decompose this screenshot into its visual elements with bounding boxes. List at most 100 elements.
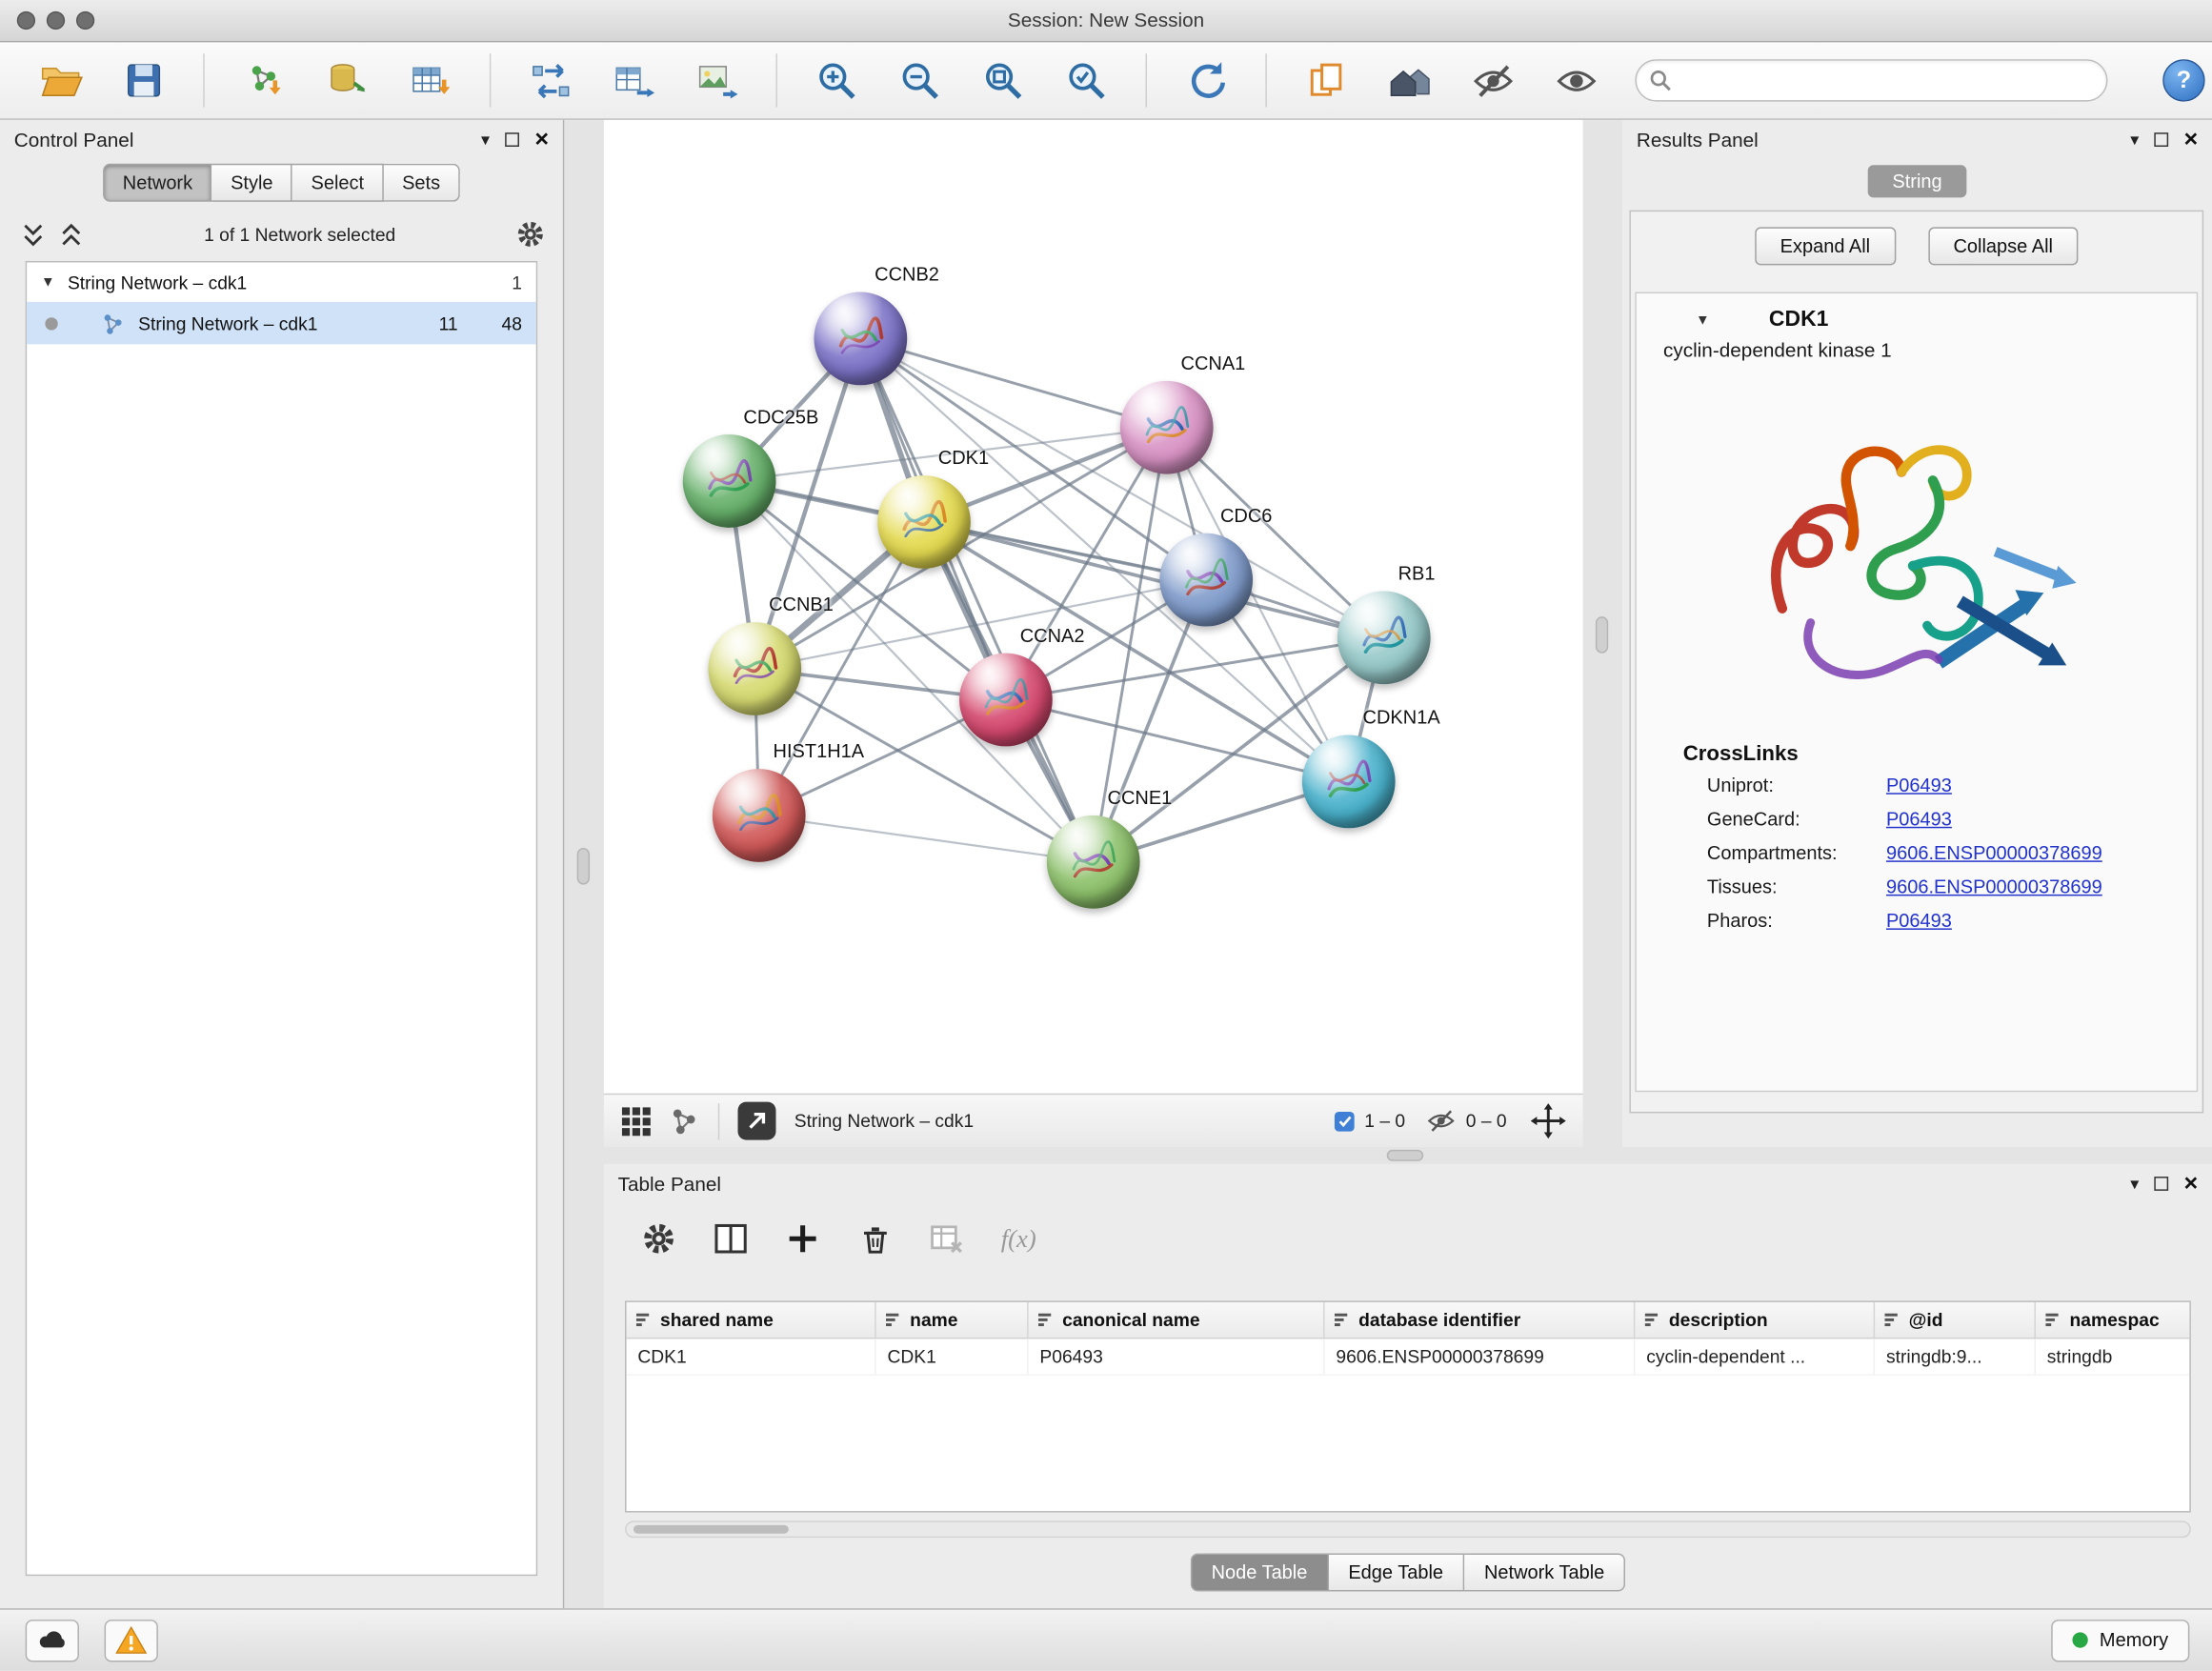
save-session-button[interactable] bbox=[120, 56, 168, 104]
tab-select[interactable]: Select bbox=[292, 164, 384, 202]
horizontal-splitter[interactable] bbox=[604, 1147, 2212, 1164]
expander-triangle-icon[interactable]: ▼ bbox=[41, 274, 55, 290]
create-column-button[interactable] bbox=[778, 1215, 826, 1262]
zoom-fit-button[interactable] bbox=[979, 56, 1027, 104]
open-session-button[interactable] bbox=[37, 56, 85, 104]
left-splitter[interactable] bbox=[564, 120, 603, 1608]
network-edge[interactable] bbox=[860, 338, 1093, 861]
network-node-ccne1[interactable] bbox=[1047, 815, 1140, 909]
expand-all-button[interactable]: Expand All bbox=[1755, 227, 1896, 265]
refresh-button[interactable] bbox=[1182, 56, 1230, 104]
table-settings-button[interactable] bbox=[634, 1215, 682, 1262]
string-share-icon[interactable] bbox=[670, 1106, 699, 1136]
network-edge[interactable] bbox=[860, 338, 1166, 427]
export-network-button[interactable] bbox=[610, 56, 657, 104]
tab-string[interactable]: String bbox=[1868, 165, 1966, 197]
network-edge[interactable] bbox=[1006, 637, 1384, 699]
crosslink-link[interactable]: P06493 bbox=[1886, 775, 1952, 795]
column-header-database-identifier[interactable]: database identifier bbox=[1325, 1302, 1636, 1338]
first-neighbors-button[interactable] bbox=[1385, 56, 1433, 104]
scrollbar-thumb[interactable] bbox=[633, 1525, 789, 1534]
close-panel-icon[interactable]: × bbox=[534, 131, 549, 146]
clone-network-button[interactable] bbox=[1302, 56, 1350, 104]
import-table-file-button[interactable] bbox=[406, 56, 453, 104]
cloud-status-button[interactable] bbox=[26, 1619, 79, 1661]
network-row-selected[interactable]: String Network – cdk1 11 48 bbox=[27, 302, 536, 344]
tab-network-table[interactable]: Network Table bbox=[1464, 1553, 1625, 1591]
expander-triangle-icon[interactable]: ▼ bbox=[1696, 312, 1710, 328]
network-node-cdk1[interactable] bbox=[877, 475, 971, 569]
zoom-out-button[interactable] bbox=[895, 56, 943, 104]
column-header-shared-name[interactable]: shared name bbox=[627, 1302, 876, 1338]
network-node-ccna1[interactable] bbox=[1120, 381, 1214, 474]
horizontal-scrollbar[interactable] bbox=[625, 1520, 2191, 1538]
warnings-button[interactable] bbox=[105, 1619, 158, 1661]
column-header-namespac[interactable]: namespac bbox=[2036, 1302, 2191, 1338]
column-header--id[interactable]: @id bbox=[1875, 1302, 2036, 1338]
panel-menu-chevron-icon[interactable]: ▾ bbox=[2130, 130, 2139, 150]
refresh-icon bbox=[1184, 58, 1228, 102]
network-edge[interactable] bbox=[924, 522, 1384, 637]
collapse-all-button[interactable]: Collapse All bbox=[1928, 227, 2079, 265]
zoom-selected-button[interactable] bbox=[1062, 56, 1110, 104]
network-collection-row[interactable]: ▼ String Network – cdk1 1 bbox=[27, 262, 536, 301]
network-node-rb1[interactable] bbox=[1337, 591, 1431, 684]
export-image-button[interactable] bbox=[693, 56, 740, 104]
collapse-all-networks-icon[interactable] bbox=[58, 221, 85, 248]
table-row[interactable]: CDK1CDK1P064939606.ENSP00000378699cyclin… bbox=[627, 1339, 2190, 1376]
import-network-file-button[interactable] bbox=[240, 56, 288, 104]
crosslink-link[interactable]: 9606.ENSP00000378699 bbox=[1886, 842, 2102, 863]
hide-selected-button[interactable] bbox=[1469, 56, 1517, 104]
tab-sets[interactable]: Sets bbox=[384, 164, 460, 202]
birds-eye-view-icon[interactable] bbox=[621, 1105, 653, 1137]
float-panel-icon[interactable] bbox=[2154, 1176, 2168, 1190]
crosslink-label: Uniprot: bbox=[1707, 775, 1886, 795]
show-graphics-details-button[interactable] bbox=[1552, 56, 1599, 104]
crosslink-link[interactable]: P06493 bbox=[1886, 910, 1952, 931]
help-button[interactable]: ? bbox=[2162, 59, 2204, 101]
pan-crosshair-icon[interactable] bbox=[1531, 1103, 1566, 1138]
close-panel-icon[interactable]: × bbox=[2184, 1176, 2199, 1190]
float-panel-icon[interactable] bbox=[2154, 131, 2168, 146]
column-header-description[interactable]: description bbox=[1635, 1302, 1875, 1338]
selected-checkbox-icon[interactable] bbox=[1335, 1111, 1355, 1131]
gear-icon[interactable] bbox=[515, 219, 547, 251]
network-node-ccnb2[interactable] bbox=[814, 292, 907, 386]
export-view-button[interactable] bbox=[738, 1102, 776, 1140]
network-node-cdkn1a[interactable] bbox=[1302, 735, 1396, 829]
tab-style[interactable]: Style bbox=[212, 164, 292, 202]
column-header-name[interactable]: name bbox=[876, 1302, 1029, 1338]
panel-menu-chevron-icon[interactable]: ▾ bbox=[481, 130, 490, 150]
show-columns-button[interactable] bbox=[707, 1215, 754, 1262]
delete-column-button[interactable] bbox=[851, 1215, 898, 1262]
network-node-hist1h1a[interactable] bbox=[713, 769, 806, 862]
network-edge[interactable] bbox=[1006, 700, 1349, 782]
memory-button[interactable]: Memory bbox=[2052, 1619, 2190, 1661]
tab-node-table[interactable]: Node Table bbox=[1190, 1553, 1328, 1591]
crosslink-label: GeneCard: bbox=[1707, 809, 1886, 830]
new-network-from-selection-button[interactable] bbox=[526, 56, 573, 104]
network-edge[interactable] bbox=[759, 815, 1094, 862]
panel-menu-chevron-icon[interactable]: ▾ bbox=[2130, 1173, 2139, 1193]
node-label-ccnb1: CCNB1 bbox=[769, 594, 834, 614]
column-header-canonical-name[interactable]: canonical name bbox=[1029, 1302, 1325, 1338]
network-node-cdc6[interactable] bbox=[1159, 534, 1253, 627]
node-label-rb1: RB1 bbox=[1398, 563, 1436, 584]
network-node-ccna2[interactable] bbox=[959, 654, 1053, 747]
crosslink-link[interactable]: 9606.ENSP00000378699 bbox=[1886, 876, 2102, 897]
tab-edge-table[interactable]: Edge Table bbox=[1329, 1553, 1465, 1591]
zoom-in-button[interactable] bbox=[813, 56, 860, 104]
crosslink-link[interactable]: P06493 bbox=[1886, 809, 1952, 830]
right-splitter[interactable] bbox=[1583, 120, 1622, 1147]
search-input[interactable] bbox=[1635, 59, 2107, 101]
hidden-eye-slash-icon[interactable] bbox=[1426, 1106, 1456, 1136]
network-node-cdc25b[interactable] bbox=[683, 434, 776, 528]
close-panel-icon[interactable]: × bbox=[2184, 131, 2199, 146]
expand-all-networks-icon[interactable] bbox=[20, 221, 47, 248]
network-node-ccnb1[interactable] bbox=[708, 622, 801, 715]
tab-network[interactable]: Network bbox=[103, 164, 212, 202]
import-network-database-button[interactable] bbox=[323, 56, 371, 104]
function-builder-button[interactable]: f(x) bbox=[995, 1215, 1042, 1262]
network-view-canvas[interactable]: CCNB2CCNA1CDC25BCDK1CDC6RB1CCNB1CCNA2CDK… bbox=[604, 120, 1583, 1094]
float-panel-icon[interactable] bbox=[505, 131, 519, 146]
